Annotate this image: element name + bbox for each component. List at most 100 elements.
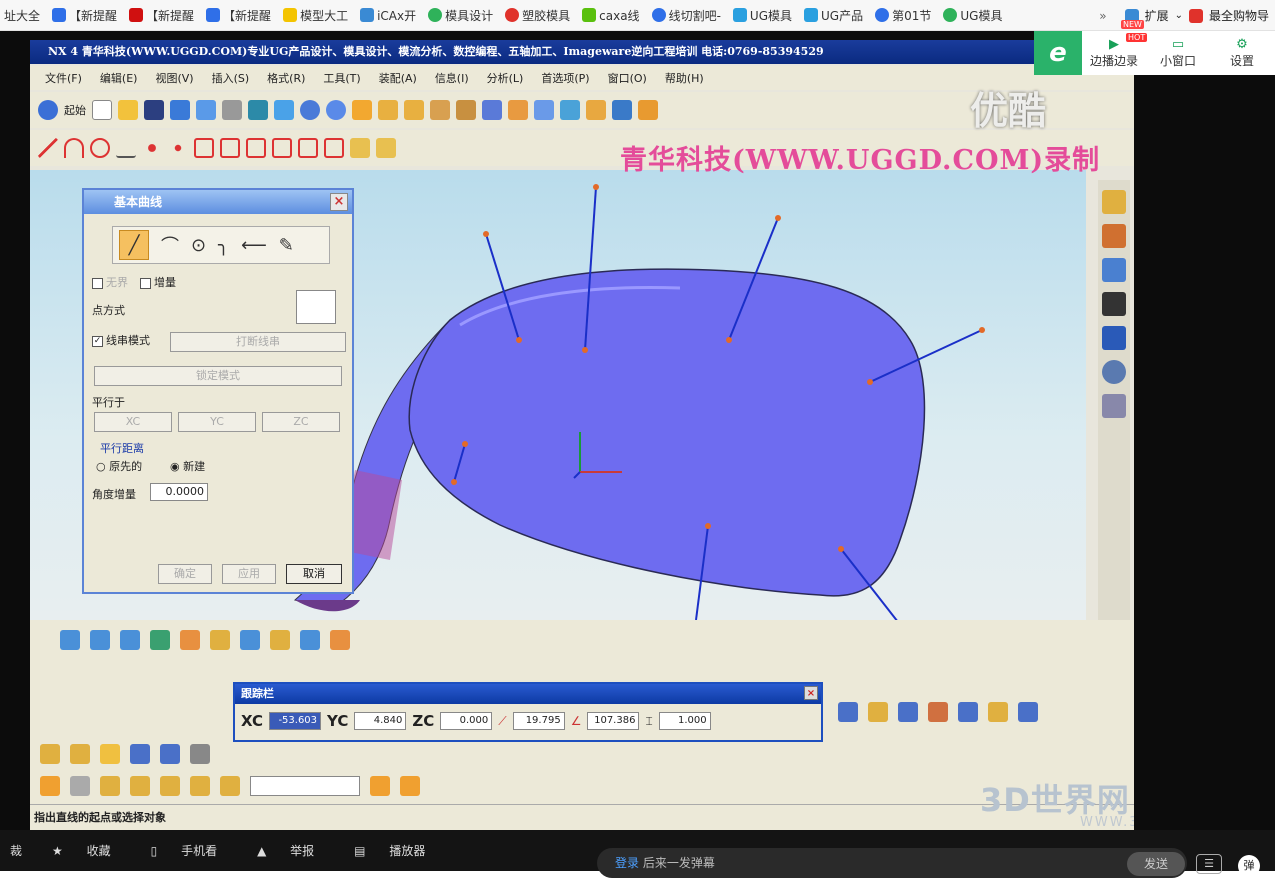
circle-type-icon[interactable]: ⊙ xyxy=(191,235,206,256)
snap-icon[interactable] xyxy=(190,776,210,796)
menu-file[interactable]: 文件(F) xyxy=(36,70,91,86)
settings-button[interactable]: ⚙ 设置 xyxy=(1210,37,1274,69)
roles-icon[interactable] xyxy=(1102,292,1126,316)
edit-icon[interactable] xyxy=(898,702,918,722)
shade-icon[interactable] xyxy=(222,100,242,120)
snap-icon[interactable] xyxy=(220,776,240,796)
cancel-button[interactable]: 取消 xyxy=(286,564,342,584)
send-button[interactable]: 发送 xyxy=(1127,852,1185,876)
assembly-navigator-icon[interactable] xyxy=(1102,190,1126,214)
bookmark-item[interactable]: caxa线 xyxy=(578,0,647,30)
surface-icon[interactable] xyxy=(120,630,140,650)
xc-field[interactable]: -53.603 xyxy=(269,712,322,730)
ok-button[interactable]: 确定 xyxy=(158,564,212,584)
filter-dropdown[interactable] xyxy=(250,776,360,796)
chamfer-icon[interactable] xyxy=(194,138,214,158)
select-icon[interactable] xyxy=(100,744,120,764)
menu-help[interactable]: 帮助(H) xyxy=(656,70,713,86)
parallel-yc-button[interactable]: YC xyxy=(178,412,256,432)
close-icon[interactable]: × xyxy=(330,193,348,211)
part-icon[interactable] xyxy=(560,100,580,120)
menu-insert[interactable]: 插入(S) xyxy=(203,70,259,86)
point-method-dropdown[interactable] xyxy=(296,290,336,324)
note-icon[interactable] xyxy=(404,100,424,120)
unbounded-checkbox[interactable]: 无界 xyxy=(92,274,128,290)
parallel-xc-button[interactable]: XC xyxy=(94,412,172,432)
mobile-watch-button[interactable]: ▯ 手机看 xyxy=(131,842,237,859)
fillet-type-icon[interactable]: ╮ xyxy=(218,235,229,256)
fillet-icon[interactable] xyxy=(272,138,292,158)
note-icon[interactable] xyxy=(378,100,398,120)
length-field[interactable]: 19.795 xyxy=(512,712,565,730)
mini-window-button[interactable]: ▭ 小窗口 xyxy=(1146,37,1210,69)
offset-icon[interactable] xyxy=(220,138,240,158)
part-icon[interactable] xyxy=(638,100,658,120)
solid-icon[interactable] xyxy=(170,100,190,120)
box-icon[interactable] xyxy=(430,100,450,120)
menu-info[interactable]: 信息(I) xyxy=(426,70,478,86)
point-icon[interactable] xyxy=(142,138,162,158)
surface-icon[interactable] xyxy=(270,630,290,650)
bookmark-item[interactable]: 【新提醒 xyxy=(125,0,202,30)
line-type-icon[interactable]: ╱ xyxy=(119,230,149,260)
snap-icon[interactable] xyxy=(370,776,390,796)
menu-view[interactable]: 视图(V) xyxy=(146,70,202,86)
parallel-zc-button[interactable]: ZC xyxy=(262,412,340,432)
danmu-toggle[interactable]: 弹 xyxy=(1238,855,1260,877)
trim-type-icon[interactable]: ⟵ xyxy=(241,235,267,256)
break-string-button[interactable]: 打断线串 xyxy=(170,332,346,352)
wireframe-icon[interactable] xyxy=(196,100,216,120)
arc-type-icon[interactable]: ⌒ xyxy=(161,232,179,258)
extract-icon[interactable] xyxy=(324,138,344,158)
globe-icon[interactable] xyxy=(326,100,346,120)
bookmark-item[interactable]: 第01节 xyxy=(871,0,939,30)
angle-field[interactable]: 107.386 xyxy=(587,712,640,730)
select-icon[interactable] xyxy=(160,744,180,764)
close-icon[interactable]: × xyxy=(804,686,818,700)
trim-icon[interactable] xyxy=(246,138,266,158)
extend-button[interactable]: 扩展 xyxy=(1145,7,1169,24)
danmu-input[interactable]: 登录 后来一发弹幕 xyxy=(597,848,1187,878)
edit-type-icon[interactable]: ✎ xyxy=(279,235,294,256)
original-radio[interactable]: ○ 原先的 xyxy=(96,458,142,474)
shopping-link[interactable]: 最全购物导 xyxy=(1209,7,1275,24)
select-icon[interactable] xyxy=(130,744,150,764)
favorite-button[interactable]: ★ 收藏 xyxy=(32,842,131,859)
line-icon[interactable] xyxy=(38,138,58,158)
surface-icon[interactable] xyxy=(330,630,350,650)
snap-icon[interactable] xyxy=(400,776,420,796)
bookmark-item[interactable]: UG模具 xyxy=(939,0,1010,30)
surface-icon[interactable] xyxy=(150,630,170,650)
bookmark-item[interactable]: 【新提醒 xyxy=(48,0,125,30)
snap-icon[interactable] xyxy=(160,776,180,796)
offset-field[interactable]: 1.000 xyxy=(658,712,711,730)
menu-tools[interactable]: 工具(T) xyxy=(314,70,369,86)
edit-icon[interactable] xyxy=(868,702,888,722)
snap-icon[interactable] xyxy=(40,776,60,796)
edit-icon[interactable] xyxy=(988,702,1008,722)
bookmark-item[interactable]: 塑胶模具 xyxy=(501,0,578,30)
mirror-icon[interactable] xyxy=(350,138,370,158)
lock-mode-button[interactable]: 锁定模式 xyxy=(94,366,342,386)
select-icon[interactable] xyxy=(190,744,210,764)
danmu-settings-icon[interactable]: ☰ xyxy=(1196,854,1222,874)
edit-icon[interactable] xyxy=(1018,702,1038,722)
surface-icon[interactable] xyxy=(60,630,80,650)
save-icon[interactable] xyxy=(144,100,164,120)
edit-icon[interactable] xyxy=(958,702,978,722)
bottom-item[interactable]: 裁 xyxy=(0,842,32,859)
part-icon[interactable] xyxy=(508,100,528,120)
palette-icon[interactable] xyxy=(1102,394,1126,418)
circle-icon[interactable] xyxy=(90,138,110,158)
bookmark-item[interactable]: 址大全 xyxy=(0,0,48,30)
select-icon[interactable] xyxy=(40,744,60,764)
edit-icon[interactable] xyxy=(838,702,858,722)
snap-icon[interactable] xyxy=(130,776,150,796)
history-icon[interactable] xyxy=(1102,258,1126,282)
menu-window[interactable]: 窗口(O) xyxy=(599,70,656,86)
cylinder-icon[interactable] xyxy=(456,100,476,120)
layer-icon[interactable] xyxy=(248,100,268,120)
bookmark-item[interactable]: 模具设计 xyxy=(424,0,501,30)
bookmark-item[interactable]: UG产品 xyxy=(800,0,871,30)
string-mode-checkbox[interactable]: ✓ 线串模式 xyxy=(92,332,150,348)
